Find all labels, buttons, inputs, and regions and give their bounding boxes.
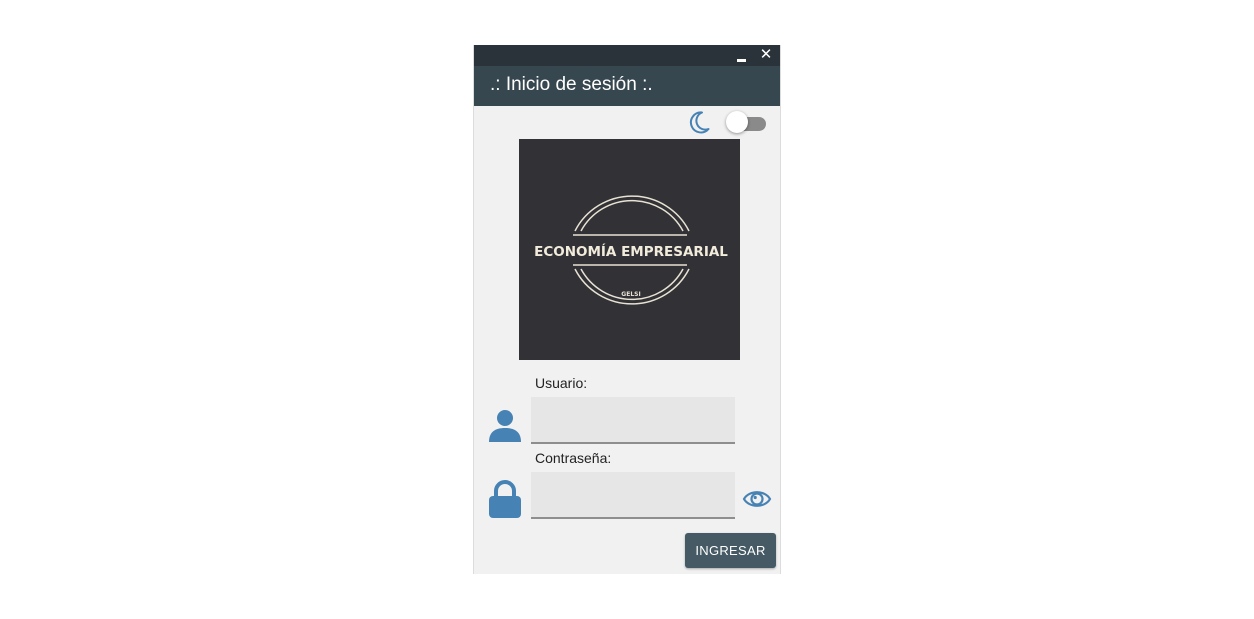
login-window: ✕ .: Inicio de sesión :. ECONOMÍA EMPRES… [473,45,781,574]
company-logo: ECONOMÍA EMPRESARIAL GELSI [519,139,740,360]
logo-subtext: GELSI [621,291,640,298]
logo-emblem: ECONOMÍA EMPRESARIAL GELSI [534,195,728,305]
username-input[interactable] [531,397,735,444]
toggle-knob [726,111,748,133]
dark-mode-toggle[interactable] [726,111,768,133]
moon-icon [690,111,710,134]
login-button[interactable]: INGRESAR [685,533,776,568]
password-input[interactable] [531,472,735,519]
minimize-button[interactable] [732,45,752,66]
logo-text: ECONOMÍA EMPRESARIAL [534,243,728,260]
username-label: Usuario: [535,375,588,391]
close-button[interactable]: ✕ [756,45,776,66]
window-chrome-bar: ✕ [474,45,780,66]
lock-icon [489,480,521,518]
password-label: Contraseña: [535,450,612,466]
eye-icon[interactable] [742,484,772,514]
window-title: .: Inicio de sesión :. [490,74,653,95]
header-bar: .: Inicio de sesión :. [474,66,780,106]
user-icon [489,410,521,442]
